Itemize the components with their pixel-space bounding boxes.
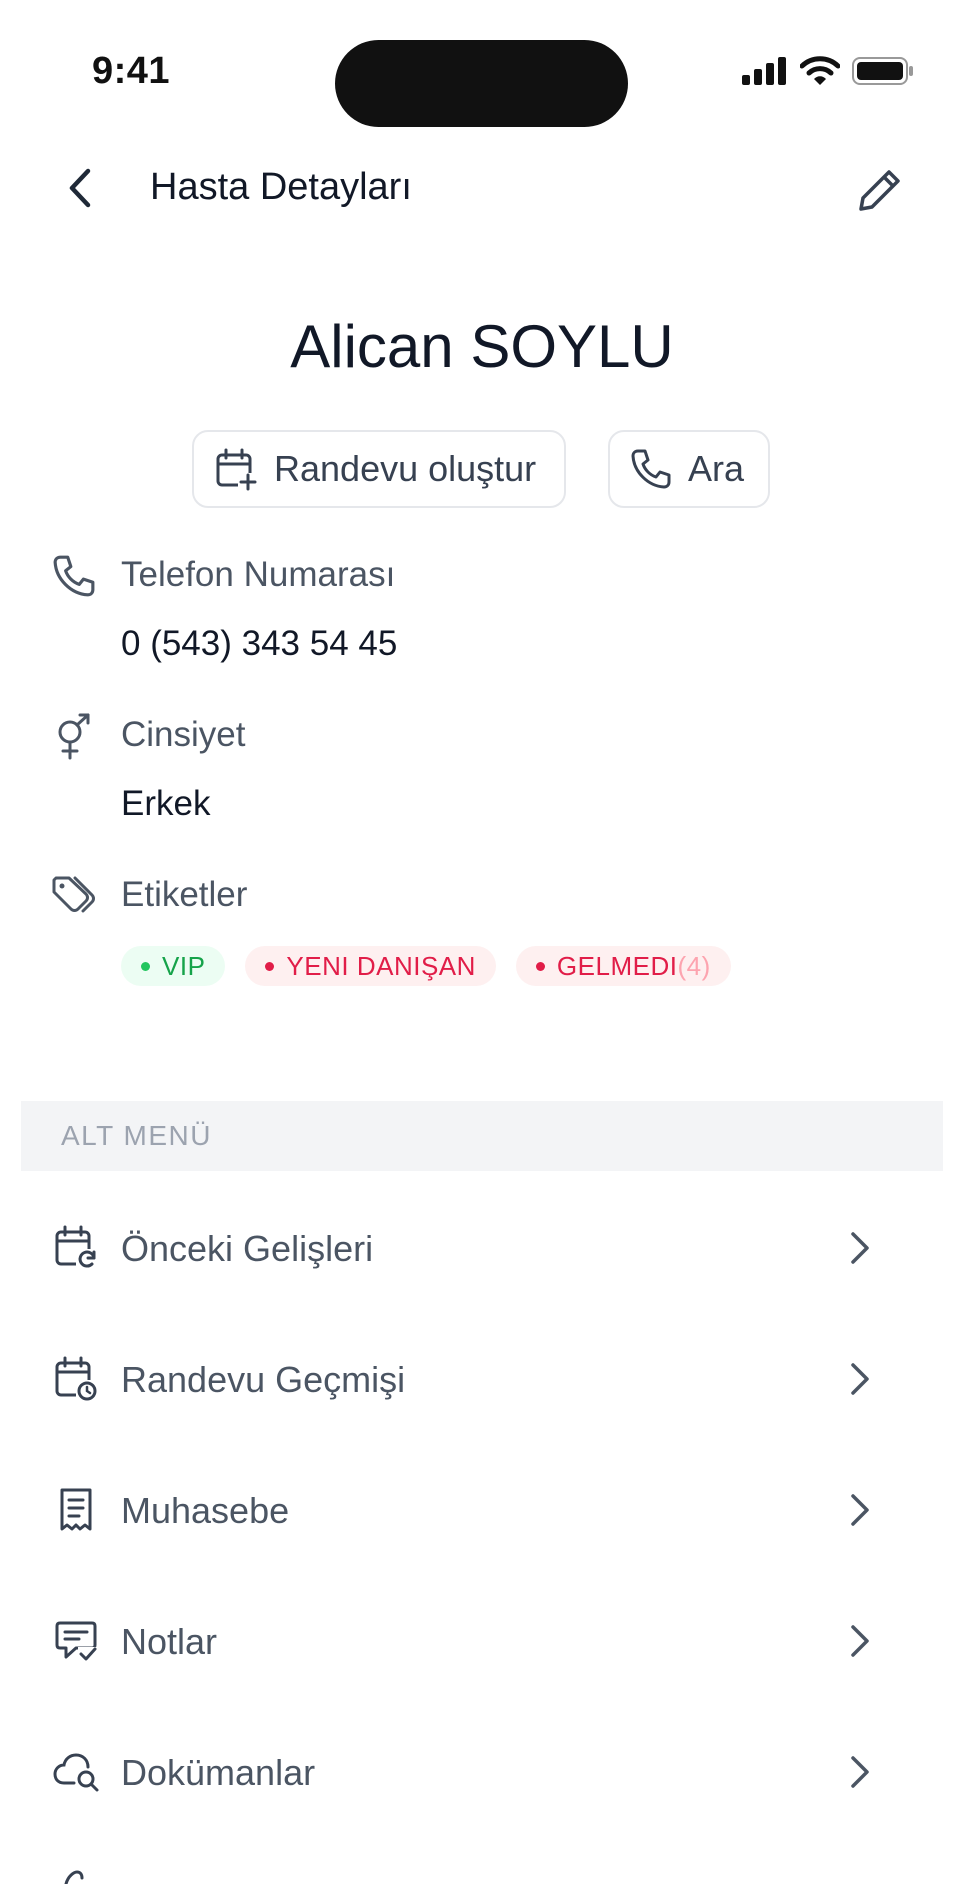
chevron-right-icon — [844, 1357, 876, 1401]
next-menu-item-icon-partial — [62, 1870, 92, 1884]
menu-item-label: Önceki Gelişleri — [121, 1228, 374, 1269]
phone-value: 0 (543) 343 54 45 — [121, 624, 398, 663]
menu-item-notes[interactable]: Notlar — [0, 1591, 964, 1691]
create-appointment-label: Randevu oluştur — [274, 448, 537, 489]
calendar-refresh-icon — [52, 1222, 100, 1274]
tags-label: Etiketler — [121, 875, 248, 914]
status-time: 9:41 — [92, 50, 171, 92]
message-check-icon — [52, 1615, 100, 1667]
menu-item-label: Randevu Geçmişi — [121, 1359, 406, 1400]
create-appointment-button[interactable]: Randevu oluştur — [192, 430, 566, 508]
pencil-icon — [859, 170, 900, 211]
status-icons — [742, 56, 914, 86]
menu-item-previous-visits[interactable]: Önceki Gelişleri — [0, 1198, 964, 1298]
battery-icon — [852, 57, 913, 85]
tag-label: GELMEDI — [556, 950, 678, 981]
tag-list: VIP YENI DANIŞAN GELMEDI(4) — [121, 946, 731, 986]
phone-icon — [631, 449, 671, 489]
call-button[interactable]: Ara — [608, 430, 770, 508]
submenu-header: ALT MENÜ — [21, 1101, 943, 1171]
chevron-right-icon — [844, 1750, 876, 1794]
gender-label: Cinsiyet — [121, 715, 246, 754]
receipt-icon — [52, 1484, 100, 1536]
cloud-search-icon — [52, 1746, 100, 1798]
chevron-left-icon — [69, 168, 91, 208]
menu-item-appointment-history[interactable]: Randevu Geçmişi — [0, 1329, 964, 1429]
tag-label: YENI DANIŞAN — [286, 950, 476, 981]
chevron-right-icon — [844, 1488, 876, 1532]
phone-label: Telefon Numarası — [121, 555, 396, 594]
menu-item-label: Notlar — [121, 1621, 218, 1662]
menu-item-label: Dokümanlar — [121, 1752, 316, 1793]
dynamic-island — [335, 40, 628, 127]
patient-name: Alican SOYLU — [290, 313, 674, 380]
tag-dot — [535, 961, 545, 971]
page-title: Hasta Detayları — [150, 166, 412, 208]
edit-button[interactable] — [852, 162, 908, 218]
gender-value: Erkek — [121, 784, 211, 823]
calendar-clock-icon — [52, 1353, 100, 1405]
phone-icon — [50, 552, 98, 600]
tag-label: VIP — [162, 950, 206, 981]
tag-new-client: YENI DANIŞAN — [245, 946, 496, 986]
tag-count: (4) — [677, 950, 711, 981]
tag-no-show: GELMEDI(4) — [515, 946, 731, 986]
gender-icon — [50, 712, 98, 760]
tag-icon — [50, 872, 98, 920]
menu-item-documents[interactable]: Dokümanlar — [0, 1722, 964, 1822]
tag-dot — [141, 961, 150, 971]
calendar-plus-icon — [216, 448, 258, 491]
chevron-right-icon — [844, 1619, 876, 1663]
menu-item-label: Muhasebe — [121, 1490, 290, 1531]
tag-dot — [265, 961, 275, 971]
menu-item-accounting[interactable]: Muhasebe — [0, 1460, 964, 1560]
signal-icon — [742, 57, 786, 85]
chevron-right-icon — [844, 1226, 876, 1270]
call-label: Ara — [688, 448, 745, 489]
back-button[interactable] — [56, 160, 104, 216]
wifi-icon — [800, 56, 840, 85]
tag-vip: VIP — [121, 946, 226, 986]
